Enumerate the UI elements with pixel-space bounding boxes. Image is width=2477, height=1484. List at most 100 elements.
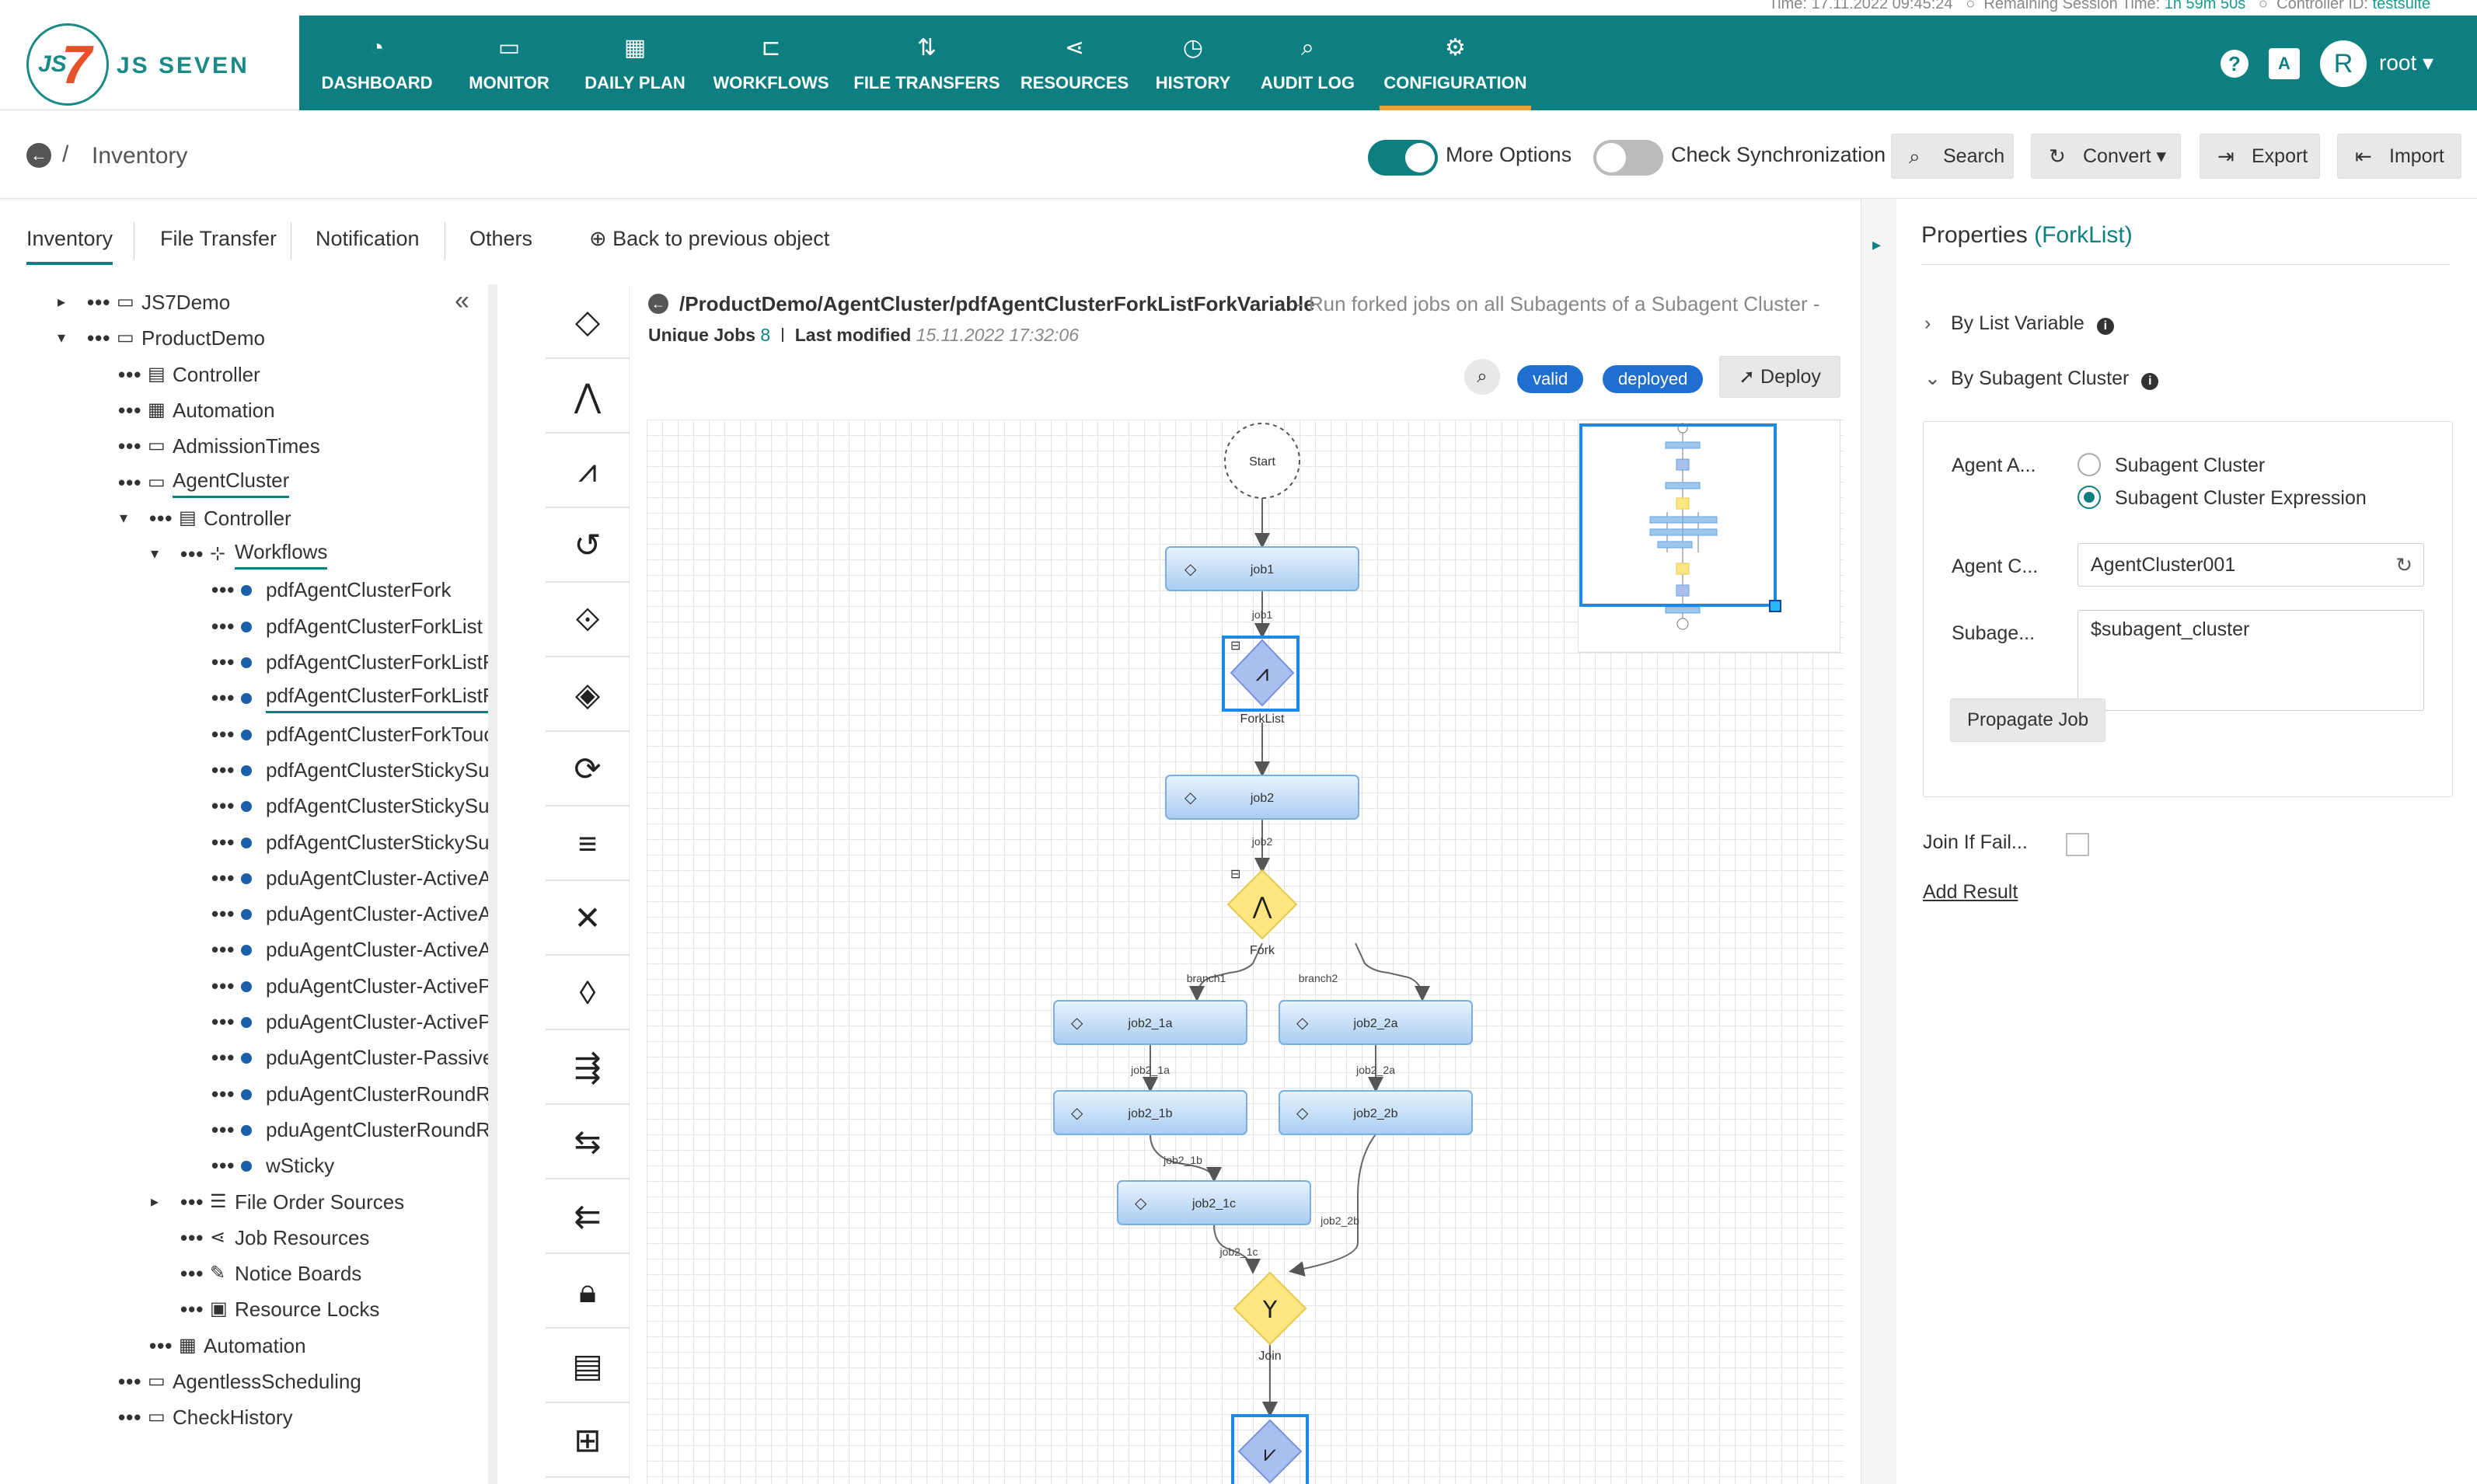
- propagate-job-button[interactable]: Propagate Job: [1950, 698, 2105, 742]
- back-arrow-icon[interactable]: ←: [26, 143, 51, 168]
- more-actions-icon[interactable]: •••: [211, 1148, 235, 1183]
- fork-node[interactable]: ⋀ ⊟ Fork: [1226, 866, 1298, 957]
- nav-monitor[interactable]: ▭ MONITOR: [455, 16, 563, 110]
- info-icon[interactable]: i: [2141, 373, 2159, 390]
- tree-node[interactable]: ••• ✎ Notice Boards: [0, 1256, 482, 1291]
- refresh-icon[interactable]: ↻: [2395, 544, 2412, 586]
- more-actions-icon[interactable]: •••: [180, 1184, 204, 1220]
- more-actions-icon[interactable]: •••: [211, 644, 235, 680]
- tree-node[interactable]: ▾ ••• ▤ Controller: [0, 500, 482, 536]
- info-icon[interactable]: i: [2096, 318, 2114, 335]
- tree-node[interactable]: ••• pdfAgentClusterForkTouch: [0, 716, 497, 752]
- collapse-icon[interactable]: ⊟: [1230, 866, 1240, 881]
- nav-workflows[interactable]: ⊏ WORKFLOWS: [709, 16, 833, 110]
- nav-audit-log[interactable]: ⌕ AUDIT LOG: [1255, 16, 1360, 110]
- tree-node[interactable]: ••• pdfAgentClusterFork: [0, 572, 482, 608]
- more-actions-icon[interactable]: •••: [211, 1040, 235, 1075]
- more-actions-icon[interactable]: •••: [118, 1364, 141, 1399]
- help-icon[interactable]: ?: [2221, 50, 2248, 78]
- user-menu[interactable]: root ▾: [2379, 50, 2433, 75]
- more-actions-icon[interactable]: •••: [149, 1328, 173, 1364]
- more-actions-icon[interactable]: •••: [211, 752, 235, 788]
- tree-node[interactable]: ••• ▣ Resource Locks: [0, 1291, 482, 1327]
- minimap-resize-handle[interactable]: [1769, 600, 1781, 612]
- collapse-icon[interactable]: ⊟: [1230, 638, 1240, 653]
- minimap-viewport[interactable]: [1579, 423, 1777, 607]
- addorder-icon[interactable]: ⊞: [546, 1405, 630, 1478]
- postnotice-icon[interactable]: ⇶: [546, 1032, 630, 1105]
- export-button[interactable]: ⇥ Export: [2200, 134, 2320, 179]
- tree-node[interactable]: ••• wSticky: [0, 1148, 482, 1183]
- caret-down-icon[interactable]: ▾: [151, 536, 159, 572]
- forklist-icon[interactable]: ⩘: [546, 435, 630, 508]
- more-actions-icon[interactable]: •••: [211, 1076, 235, 1112]
- more-actions-icon[interactable]: •••: [180, 1220, 204, 1256]
- tree-node[interactable]: ••• ▭ AgentlessScheduling: [0, 1364, 482, 1399]
- caret-down-icon[interactable]: ▾: [120, 500, 127, 536]
- more-actions-icon[interactable]: •••: [211, 608, 235, 644]
- if-icon[interactable]: ⟐: [546, 584, 630, 657]
- section-by-list-variable[interactable]: › By List Variable i: [1924, 312, 2114, 335]
- nav-resources[interactable]: ⋖ RESOURCES: [1018, 16, 1131, 110]
- tree-node[interactable]: ••• pduAgentCluster-ActivePa: [0, 1004, 497, 1040]
- prompt-icon[interactable]: ◊: [546, 957, 630, 1030]
- check-sync-toggle[interactable]: [1593, 140, 1663, 176]
- cycle-icon[interactable]: ⟳: [546, 733, 630, 806]
- tab-inventory[interactable]: Inventory: [26, 227, 113, 265]
- add-result-link[interactable]: Add Result: [1923, 881, 2018, 904]
- job-node-job2_2a[interactable]: ◇ job2_2a: [1279, 1000, 1473, 1045]
- more-actions-icon[interactable]: •••: [118, 357, 141, 392]
- forklist-node[interactable]: ⩘ ⊟ ForkList: [1222, 636, 1300, 726]
- try-icon[interactable]: ◈: [546, 659, 630, 732]
- tree-node[interactable]: ••• pdfAgentClusterForkList: [0, 608, 483, 644]
- more-actions-icon[interactable]: •••: [211, 968, 235, 1004]
- subagent-expression-textarea[interactable]: $subagent_cluster: [2078, 610, 2424, 711]
- more-actions-icon[interactable]: •••: [118, 392, 141, 428]
- nav-dashboard[interactable]: ◔ DASHBOARD: [315, 16, 439, 110]
- more-actions-icon[interactable]: •••: [211, 824, 235, 860]
- tree-node[interactable]: ••• pduAgentCluster-ActiveAc: [0, 896, 497, 932]
- consumenotice-icon[interactable]: ⇆: [546, 1106, 630, 1179]
- caret-down-icon[interactable]: ▾: [58, 320, 65, 356]
- tree-node[interactable]: ••• pduAgentCluster-PassivePa: [0, 1040, 497, 1075]
- forklist-end-node[interactable]: ⩗: [1231, 1414, 1309, 1484]
- tree-node[interactable]: ••• pduAgentCluster-ActiveAc: [0, 860, 497, 896]
- more-actions-icon[interactable]: •••: [87, 284, 110, 320]
- tab-notification[interactable]: Notification: [316, 227, 420, 262]
- language-icon[interactable]: A: [2269, 48, 2300, 79]
- tree-node[interactable]: ▸ ••• ☰ File Order Sources: [0, 1184, 482, 1220]
- join-if-failed-checkbox[interactable]: [2066, 833, 2089, 856]
- tree-node[interactable]: ••• ▭ CheckHistory: [0, 1399, 482, 1435]
- nav-history[interactable]: ◷ HISTORY: [1146, 16, 1240, 110]
- fork-icon[interactable]: ⋀: [546, 361, 630, 434]
- import-button[interactable]: ⇤ Import: [2337, 134, 2461, 179]
- more-actions-icon[interactable]: •••: [211, 1112, 235, 1148]
- back-arrow-icon[interactable]: ←: [648, 294, 668, 314]
- tree-node[interactable]: ••• ▭ AgentCluster: [0, 465, 482, 500]
- more-actions-icon[interactable]: •••: [211, 932, 235, 967]
- section-by-subagent-cluster[interactable]: ⌄ By Subagent Cluster i: [1924, 367, 2159, 390]
- job-node-job2[interactable]: ◇ job2: [1165, 775, 1359, 820]
- more-actions-icon[interactable]: •••: [118, 465, 141, 500]
- tree-node[interactable]: ••• pduAgentClusterRoundRol: [0, 1076, 497, 1112]
- job-node-job2_1a[interactable]: ◇ job2_1a: [1053, 1000, 1247, 1045]
- retry-icon[interactable]: ↺: [546, 510, 630, 583]
- job-node-job1[interactable]: ◇ job1: [1165, 546, 1359, 591]
- tree-node[interactable]: ••• pdfAgentClusterForkListFo: [0, 644, 497, 680]
- logo[interactable]: JS 7 JS SEVEN: [0, 16, 299, 110]
- more-actions-icon[interactable]: •••: [211, 860, 235, 896]
- more-actions-icon[interactable]: •••: [180, 536, 204, 572]
- nav-file-transfers[interactable]: ⇅ FILE TRANSFERS: [851, 16, 1003, 110]
- search-button[interactable]: ⌕ Search: [1891, 134, 2014, 179]
- tree-node[interactable]: ••• pduAgentClusterRoundRol: [0, 1112, 497, 1148]
- nav-daily-plan[interactable]: ▦ DAILY PLAN: [577, 16, 693, 110]
- more-actions-icon[interactable]: •••: [149, 500, 173, 536]
- more-actions-icon[interactable]: •••: [211, 896, 235, 932]
- caret-right-icon[interactable]: ▸: [58, 284, 65, 320]
- tree-node[interactable]: ••• ▦ Automation: [0, 392, 482, 428]
- more-actions-icon[interactable]: •••: [180, 1256, 204, 1291]
- avatar[interactable]: R: [2320, 40, 2367, 87]
- break-icon[interactable]: ⇇: [546, 1181, 630, 1254]
- more-actions-icon[interactable]: •••: [211, 1004, 235, 1040]
- clipboard-icon[interactable]: ▤: [546, 1330, 630, 1403]
